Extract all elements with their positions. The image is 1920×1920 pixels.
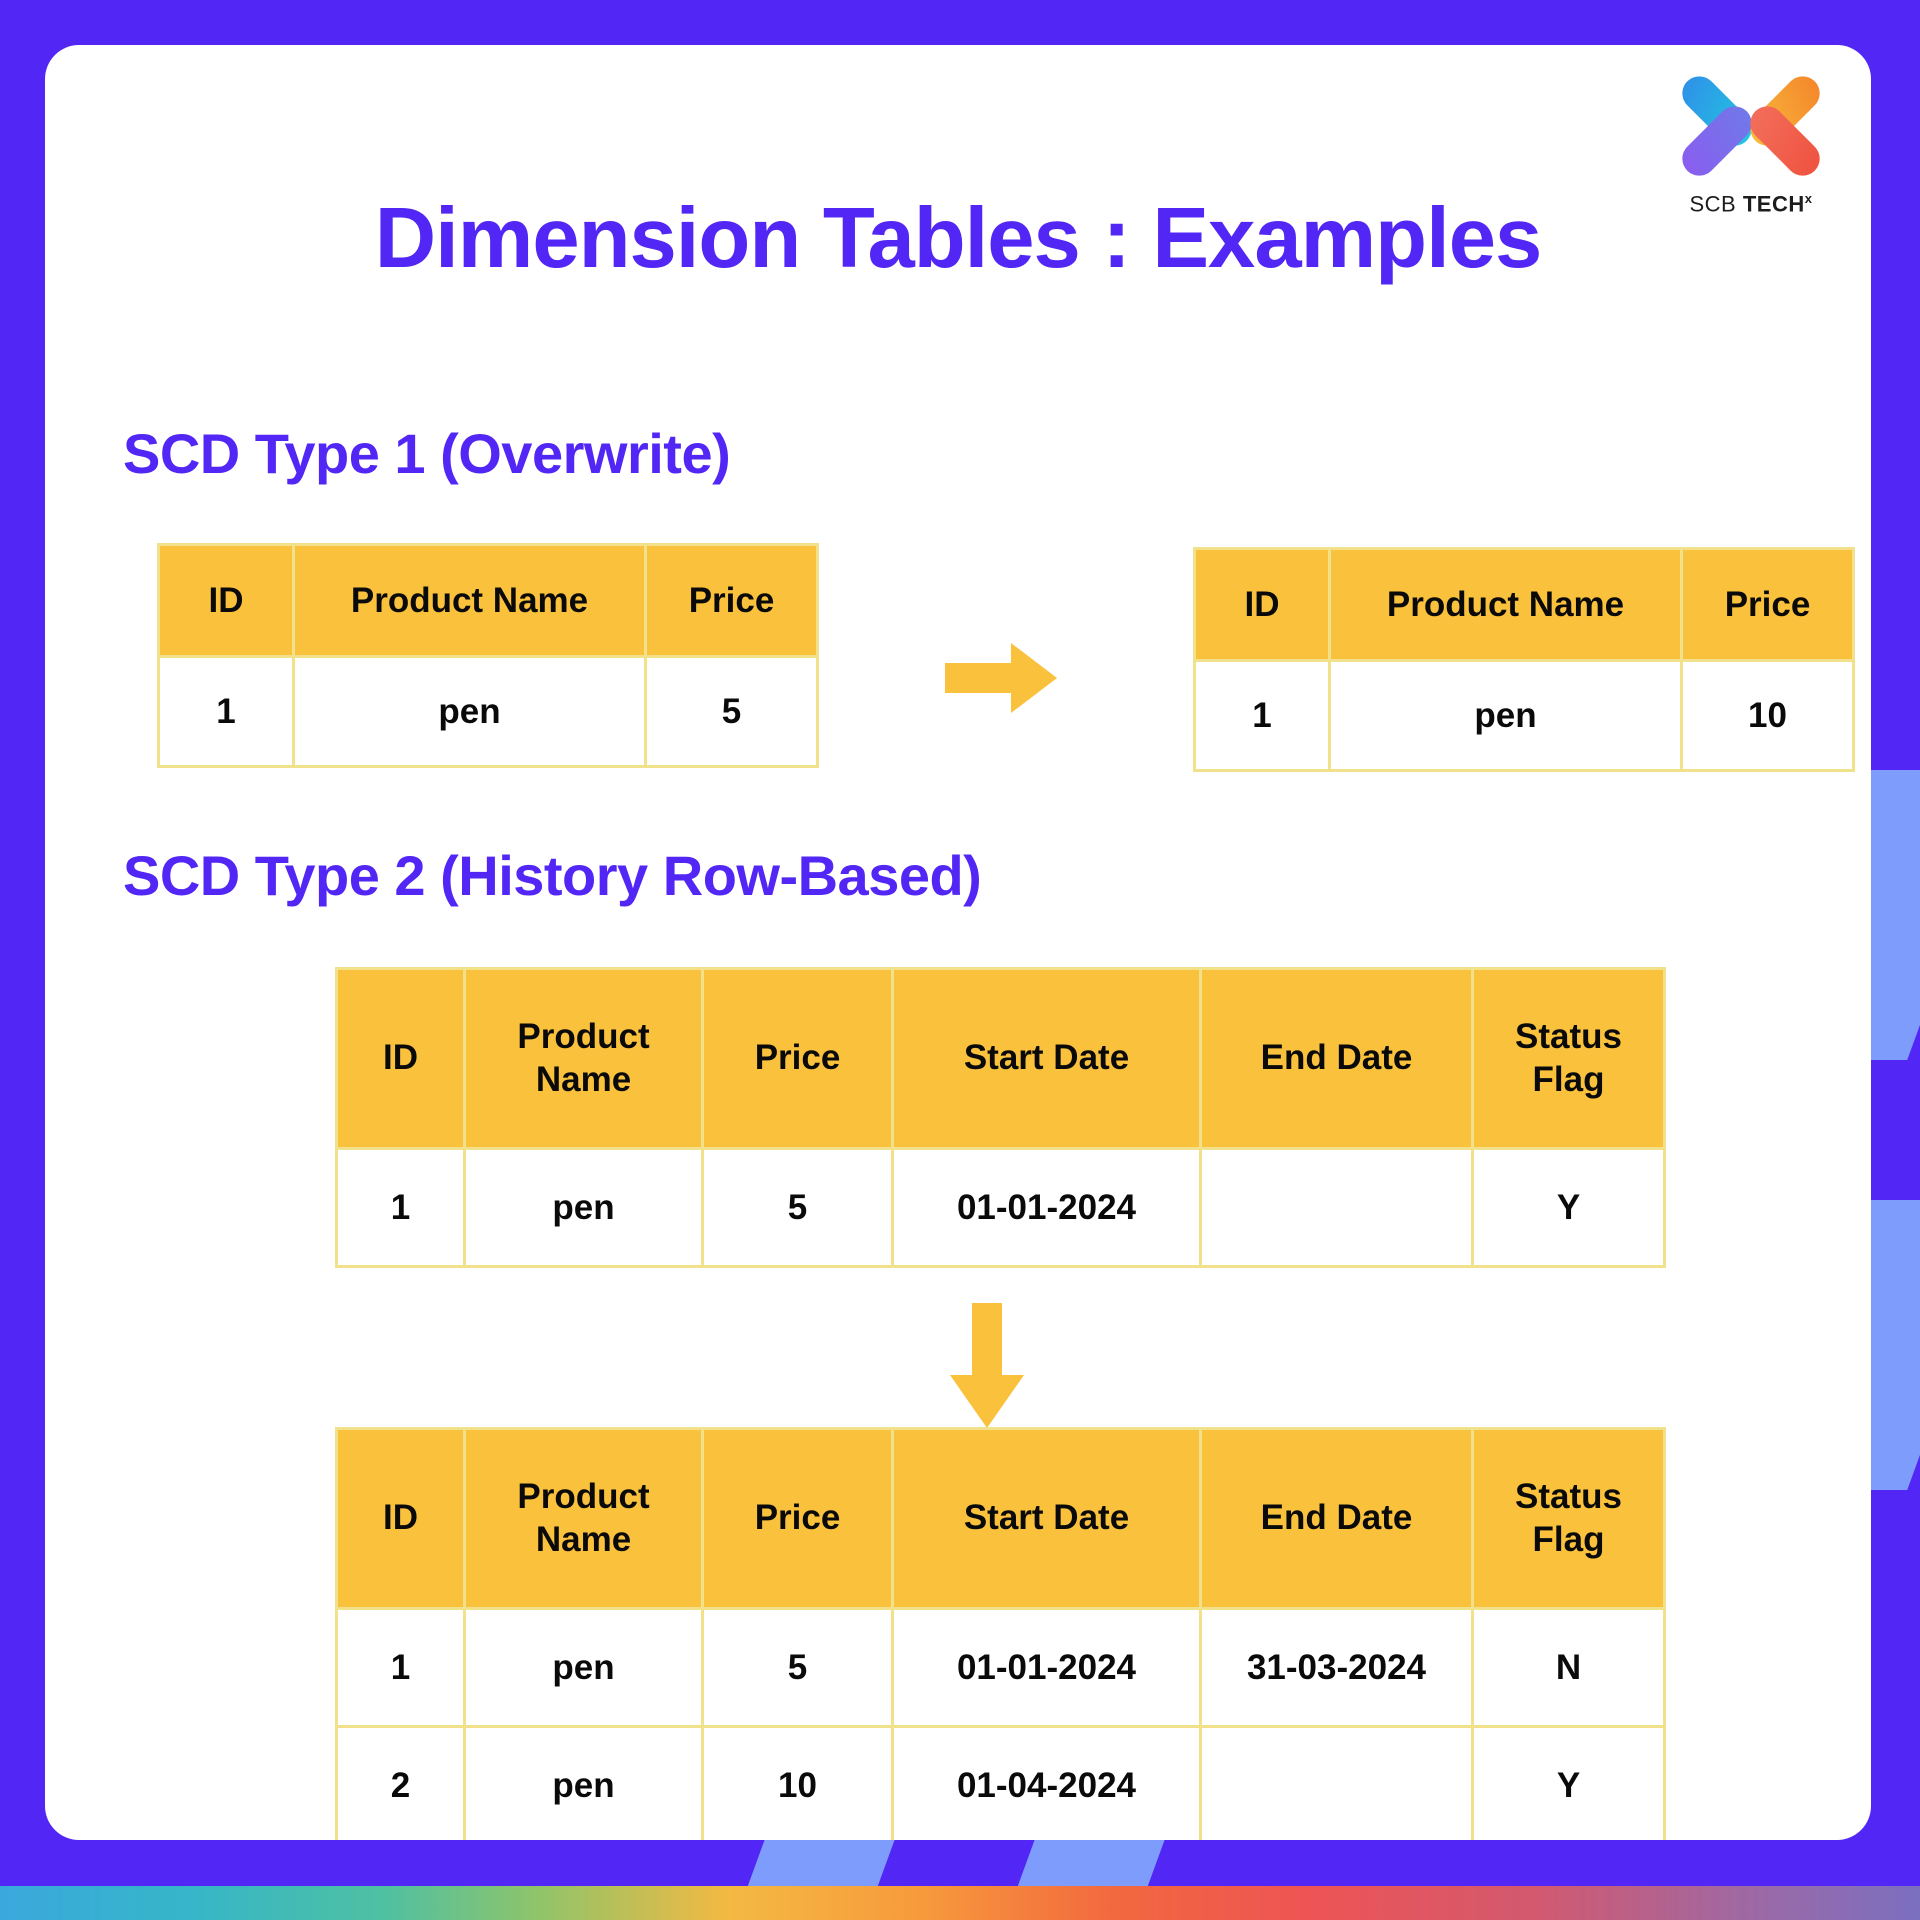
table-header-row: ID Product Name Price: [1193, 547, 1855, 662]
table-row: 2 pen 10 01-04-2024 Y: [335, 1725, 1666, 1840]
scd1-before-table: ID Product Name Price 1 pen 5: [157, 543, 819, 768]
cell-product-name: pen: [463, 1607, 704, 1728]
cell-start-date: 01-01-2024: [891, 1607, 1202, 1728]
column-header-product-name: Product Name: [463, 967, 704, 1150]
column-header-id: ID: [1193, 547, 1331, 662]
scd2-before-table: ID Product Name Price Start Date End Dat…: [335, 967, 1666, 1268]
column-header-price: Price: [1680, 547, 1855, 662]
arrow-down-icon: [950, 1303, 1024, 1428]
cell-product-name: pen: [463, 1725, 704, 1840]
column-header-id: ID: [335, 967, 466, 1150]
cell-price: 10: [1680, 659, 1855, 772]
cell-start-date: 01-04-2024: [891, 1725, 1202, 1840]
table-row: 1 pen 5: [157, 655, 819, 768]
cell-product-name: pen: [1328, 659, 1683, 772]
table-header-row: ID Product Name Price Start Date End Dat…: [335, 967, 1666, 1150]
section-heading-scd-type-2: SCD Type 2 (History Row-Based): [123, 844, 982, 907]
cell-id: 1: [335, 1607, 466, 1728]
arrow-right-icon: [945, 643, 1057, 713]
cell-product-name: pen: [292, 655, 647, 768]
column-header-product-name: Product Name: [1328, 547, 1683, 662]
cell-id: 2: [335, 1725, 466, 1840]
scd2-after-table: ID Product Name Price Start Date End Dat…: [335, 1427, 1666, 1840]
column-header-id: ID: [335, 1427, 466, 1610]
cell-end-date: [1199, 1147, 1474, 1268]
column-header-price: Price: [644, 543, 819, 658]
column-header-start-date: Start Date: [891, 967, 1202, 1150]
slide-background: SCB TECHx Dimension Tables : Examples SC…: [0, 0, 1920, 1920]
column-header-product-name: Product Name: [463, 1427, 704, 1610]
cell-id: 1: [157, 655, 295, 768]
table-header-row: ID Product Name Price Start Date End Dat…: [335, 1427, 1666, 1610]
logo-x-mark-icon: [1675, 67, 1827, 185]
cell-id: 1: [1193, 659, 1331, 772]
cell-price: 5: [701, 1607, 894, 1728]
cell-product-name: pen: [463, 1147, 704, 1268]
table-row: 1 pen 5 01-01-2024 Y: [335, 1147, 1666, 1268]
page-title: Dimension Tables : Examples: [374, 191, 1543, 286]
column-header-end-date: End Date: [1199, 1427, 1474, 1610]
cell-end-date: 31-03-2024: [1199, 1607, 1474, 1728]
cell-end-date: [1199, 1725, 1474, 1840]
column-header-status-flag: Status Flag: [1471, 1427, 1666, 1610]
table-row: 1 pen 10: [1193, 659, 1855, 772]
bottom-gradient-bar: [0, 1886, 1920, 1920]
column-header-product-name: Product Name: [292, 543, 647, 658]
column-header-end-date: End Date: [1199, 967, 1474, 1150]
scd1-after-table: ID Product Name Price 1 pen 10: [1193, 547, 1855, 772]
column-header-price: Price: [701, 1427, 894, 1610]
cell-price: 5: [644, 655, 819, 768]
column-header-status-flag: Status Flag: [1471, 967, 1666, 1150]
section-heading-scd-type-1: SCD Type 1 (Overwrite): [123, 422, 731, 485]
column-header-start-date: Start Date: [891, 1427, 1202, 1610]
content-card: SCB TECHx Dimension Tables : Examples SC…: [45, 45, 1871, 1840]
column-header-id: ID: [157, 543, 295, 658]
cell-status-flag: Y: [1471, 1147, 1666, 1268]
cell-start-date: 01-01-2024: [891, 1147, 1202, 1268]
table-header-row: ID Product Name Price: [157, 543, 819, 658]
table-row: 1 pen 5 01-01-2024 31-03-2024 N: [335, 1607, 1666, 1728]
column-header-price: Price: [701, 967, 894, 1150]
cell-price: 5: [701, 1147, 894, 1268]
cell-status-flag: Y: [1471, 1725, 1666, 1840]
cell-price: 10: [701, 1725, 894, 1840]
cell-status-flag: N: [1471, 1607, 1666, 1728]
cell-id: 1: [335, 1147, 466, 1268]
